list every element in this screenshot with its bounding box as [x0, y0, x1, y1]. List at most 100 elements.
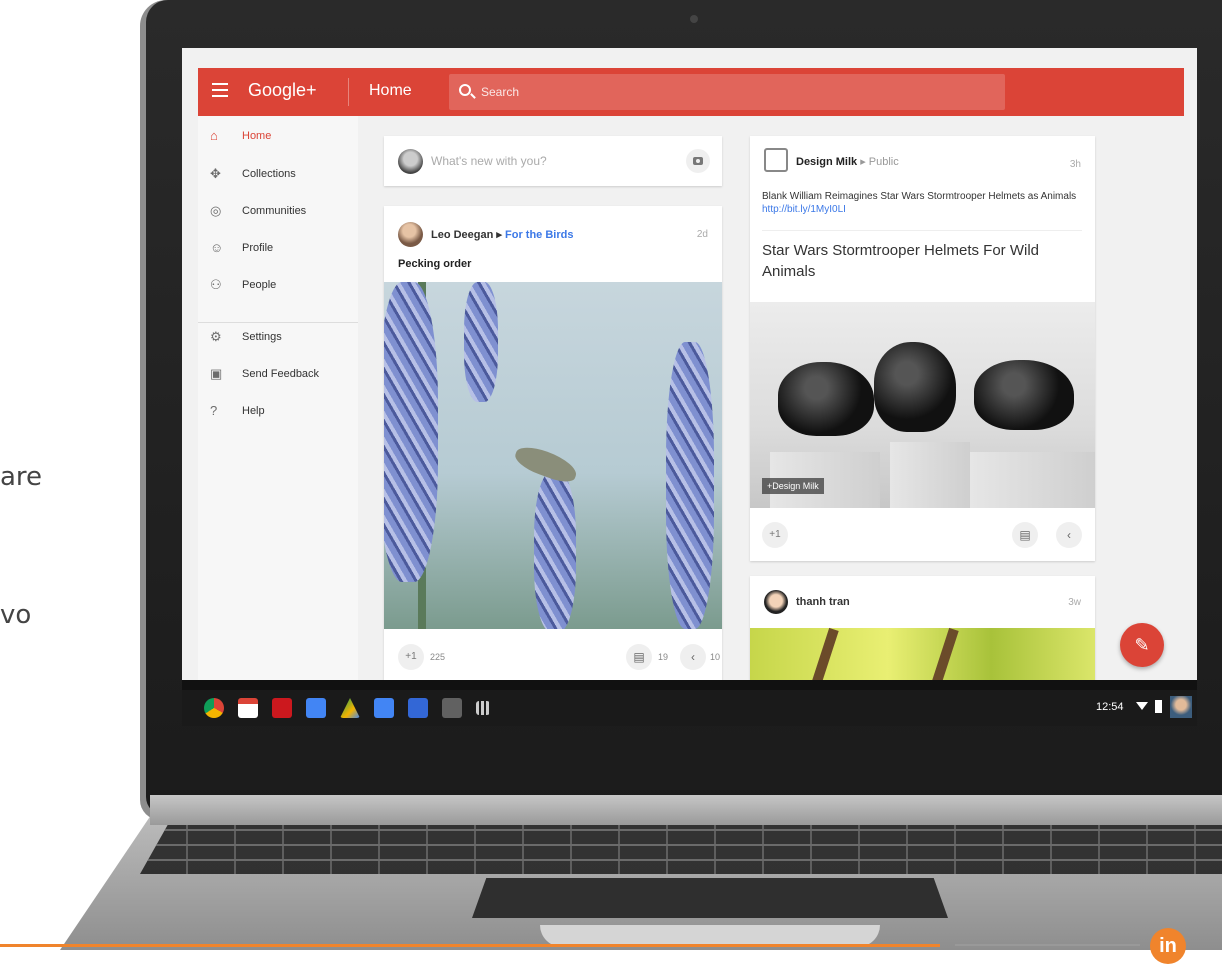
compose-card[interactable]: What's new with you?	[384, 136, 722, 186]
slide-text-fragment-1: are	[0, 462, 43, 492]
post-time: 3w	[1068, 597, 1081, 608]
comment-icon[interactable]: ▤	[626, 644, 652, 670]
post-author-line: Design Milk ▸ Public	[796, 155, 899, 168]
post-body: Blank William Reimagines Star Wars Storm…	[762, 191, 1077, 202]
edit-pencil-icon[interactable]: ✎	[1120, 623, 1164, 667]
youtube-icon[interactable]	[272, 698, 292, 718]
post-action-bar: +1 ▤ ‹	[750, 518, 1095, 554]
sidebar-item-label: Settings	[242, 331, 282, 343]
share-icon[interactable]: ‹	[1056, 522, 1082, 548]
settings-icon: ⚙	[210, 329, 222, 344]
post-card-design-milk: Design Milk ▸ Public 3h Blank William Re…	[750, 136, 1095, 561]
webcam-icon	[690, 15, 698, 23]
image-stem	[811, 627, 839, 680]
share-icon[interactable]: ‹	[680, 644, 706, 670]
slide-text-fragment-2: vo	[0, 600, 32, 630]
design-milk-logo	[764, 148, 788, 172]
search-placeholder: Search	[481, 85, 520, 99]
image-flower	[384, 282, 438, 582]
plus-one-button[interactable]: +1	[398, 644, 424, 670]
wifi-icon[interactable]	[1136, 702, 1148, 712]
top-app-bar: Google+ Home Search	[198, 68, 1184, 116]
image-flower	[464, 282, 498, 402]
store-icon[interactable]	[442, 698, 462, 718]
post-author-line: Leo Deegan ▸ For the Birds	[431, 228, 573, 241]
post-community[interactable]: For the Birds	[505, 229, 573, 241]
google-plus-app: Google+ Home Search ⌂ Home ✥ Collections	[182, 48, 1197, 680]
image-pedestal	[970, 452, 1095, 508]
drive-icon[interactable]	[340, 698, 360, 718]
sidebar-item-help[interactable]: ? Help	[198, 393, 358, 429]
post-link[interactable]: http://bit.ly/1MyI0LI	[762, 204, 846, 215]
files-icon[interactable]	[408, 698, 428, 718]
sidebar-item-profile[interactable]: ☺ Profile	[198, 230, 358, 266]
gmail-icon[interactable]	[238, 698, 258, 718]
page-title: Home	[369, 82, 412, 99]
clock[interactable]: 12:54	[1096, 701, 1124, 713]
post-author[interactable]: thanh tran	[796, 596, 850, 608]
post-action-bar: +1 225 ▤ 19 ‹ 10	[384, 636, 722, 680]
app-logo[interactable]: Google+	[248, 80, 317, 101]
sidebar-item-home[interactable]: ⌂ Home	[198, 118, 358, 154]
post-card-leo-deegan: Leo Deegan ▸ For the Birds 2d Pecking or…	[384, 206, 722, 680]
home-icon: ⌂	[210, 128, 218, 143]
sidebar: ⌂ Home ✥ Collections ◎ Communities ☺ Pro…	[198, 116, 358, 680]
post-image-bird[interactable]	[384, 282, 722, 629]
sidebar-item-communities[interactable]: ◎ Communities	[198, 193, 358, 229]
image-stem	[931, 627, 959, 680]
image-helmet	[974, 360, 1074, 430]
post-image-helmets[interactable]: +Design Milk	[750, 302, 1095, 508]
sidebar-item-label: Profile	[242, 242, 274, 254]
chevron-right-icon: ▸	[496, 229, 505, 241]
post-author[interactable]: Leo Deegan	[431, 229, 493, 241]
image-pedestal	[890, 442, 970, 508]
avatar[interactable]	[1170, 696, 1192, 718]
chevron-right-icon: ▸	[860, 156, 869, 168]
post-image-leaves[interactable]	[750, 627, 1095, 680]
avatar	[764, 590, 788, 614]
sidebar-item-collections[interactable]: ✥ Collections	[198, 156, 358, 192]
plus-one-button[interactable]: +1	[762, 522, 788, 548]
hamburger-menu-icon[interactable]	[212, 83, 228, 101]
image-flower	[666, 342, 714, 629]
comment-count: 19	[658, 652, 669, 662]
avatar	[398, 149, 423, 174]
avatar	[398, 222, 423, 247]
slide-stage: are vo Google+ Home Search ⌂ Home ✥ Coll…	[0, 0, 1222, 977]
google-plus-icon[interactable]	[306, 698, 326, 718]
battery-icon[interactable]	[1155, 700, 1162, 713]
sidebar-item-label: Help	[242, 405, 265, 417]
image-flower	[534, 472, 576, 629]
profile-icon: ☺	[210, 240, 224, 255]
chromeos-shelf: 12:54	[182, 690, 1197, 726]
post-visibility: Public	[868, 156, 899, 168]
post-time: 3h	[1069, 159, 1081, 170]
comment-icon[interactable]: ▤	[1012, 522, 1038, 548]
camera-icon[interactable]	[686, 149, 710, 173]
collections-icon: ✥	[210, 166, 221, 181]
help-icon: ?	[210, 403, 218, 418]
sidebar-item-send-feedback[interactable]: ▣ Send Feedback	[198, 356, 358, 392]
post-author[interactable]: Design Milk	[796, 156, 857, 168]
sidebar-item-label: Home	[242, 130, 272, 142]
post-divider	[762, 230, 1082, 231]
post-card-thanh-tran: thanh tran 3w	[750, 576, 1095, 680]
chrome-icon[interactable]	[204, 698, 224, 718]
search-icon	[459, 84, 471, 96]
laptop-hinge	[150, 795, 1222, 825]
sidebar-item-settings[interactable]: ⚙ Settings	[198, 319, 358, 355]
link-headline[interactable]: Star Wars Stormtrooper Helmets For Wild …	[762, 240, 1082, 282]
image-tag[interactable]: +Design Milk	[762, 478, 824, 494]
feedback-icon: ▣	[210, 366, 223, 381]
docs-icon[interactable]	[374, 698, 394, 718]
topbar-divider	[348, 78, 349, 106]
compose-placeholder: What's new with you?	[431, 154, 547, 168]
sidebar-item-label: Send Feedback	[242, 368, 320, 380]
search-input[interactable]: Search	[449, 74, 1005, 110]
slide-divider-line	[955, 944, 1140, 946]
plus-one-count: 225	[430, 652, 446, 662]
sidebar-item-people[interactable]: ⚇ People	[198, 267, 358, 303]
image-helmet	[778, 362, 874, 436]
launcher-icon[interactable]	[476, 701, 490, 715]
post-text: Blank William Reimagines Star Wars Storm…	[762, 190, 1082, 216]
